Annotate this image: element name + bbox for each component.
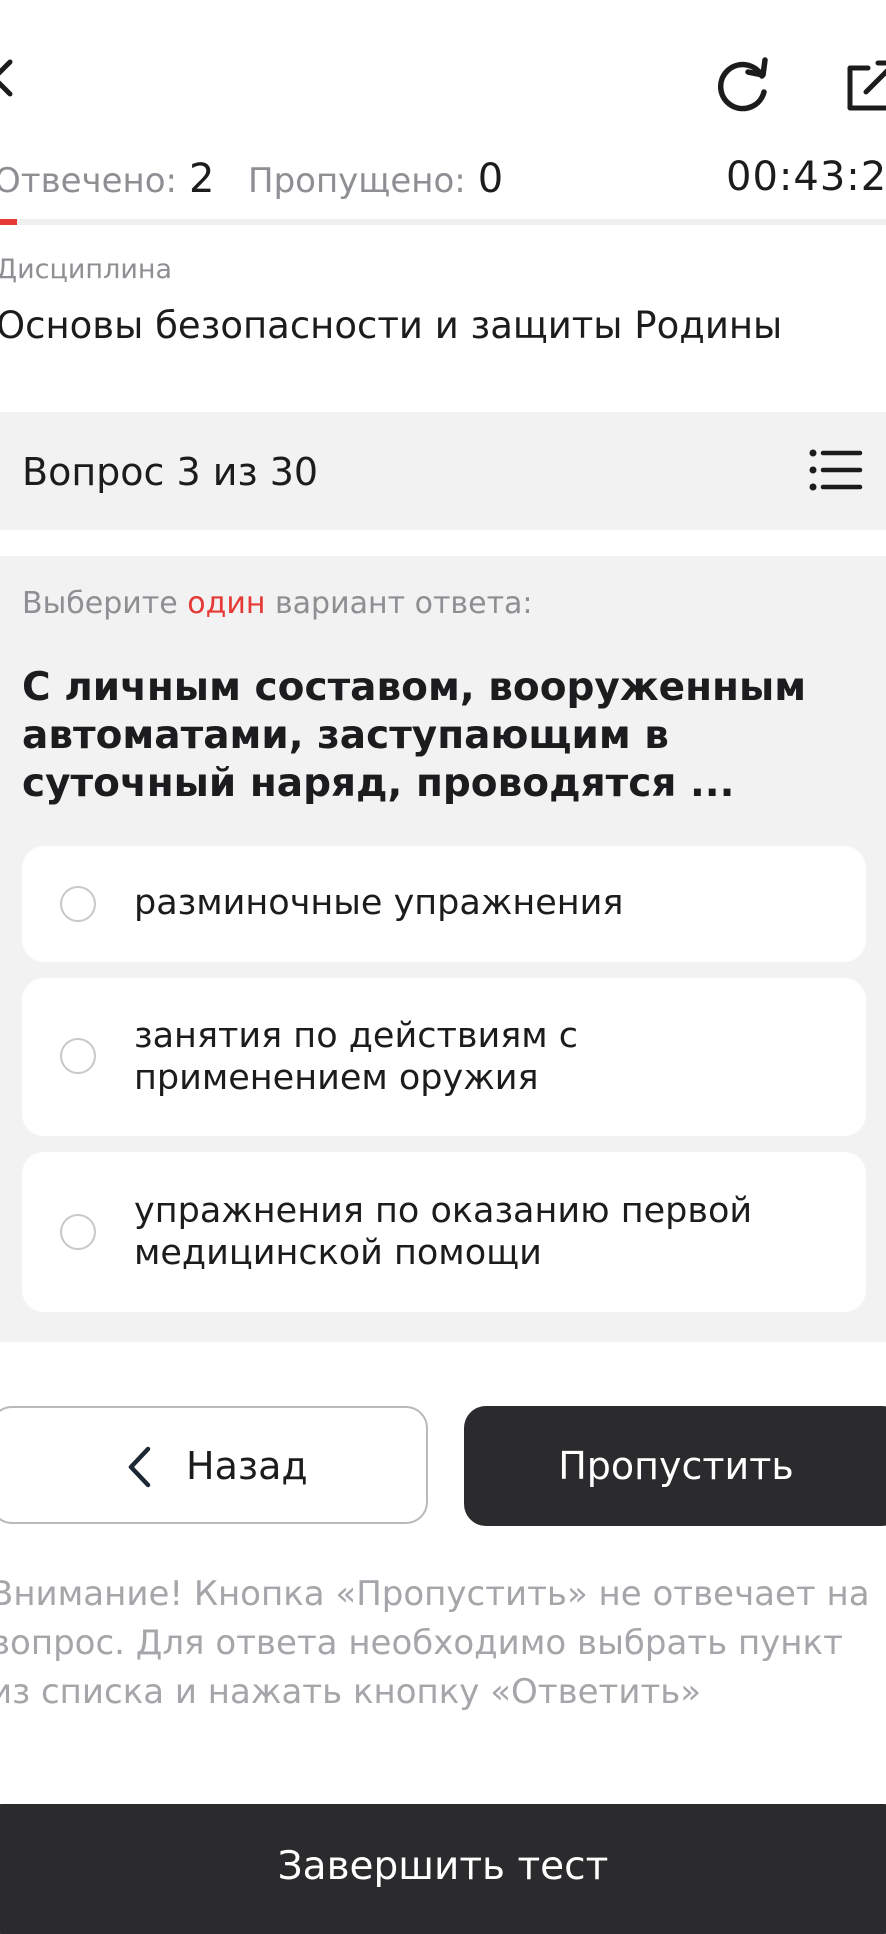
answered-count: 2 — [189, 156, 215, 202]
discipline-label: Дисциплина — [0, 254, 173, 285]
skip-button-label: Пропустить — [558, 1444, 794, 1488]
instruction-prefix: Выберите — [22, 586, 188, 621]
answer-option-label: разминочные упражнения — [134, 883, 624, 923]
radio-button[interactable] — [60, 1214, 96, 1250]
skipped-count: 0 — [477, 156, 504, 202]
discipline-name: Основы безопасности и защиты Родины — [0, 304, 783, 347]
back-button[interactable]: Назад — [0, 1406, 428, 1524]
instruction-suffix: вариант ответа: — [265, 586, 533, 621]
answer-option[interactable]: разминочные упражнения — [22, 846, 866, 962]
progress-track — [0, 219, 886, 225]
finish-test-label: Завершить тест — [277, 1844, 609, 1889]
chevron-left-icon — [128, 1446, 151, 1488]
external-link-icon[interactable] — [842, 58, 886, 114]
answered-label: Отвечено: — [0, 161, 178, 201]
instruction-accent: один — [187, 586, 266, 621]
radio-button[interactable] — [60, 886, 96, 922]
radio-button[interactable] — [60, 1038, 96, 1074]
timer: 00:43:24 — [726, 154, 886, 200]
skipped-label: Пропущено: — [248, 161, 466, 201]
question-text: С личным составом, вооруженным автоматам… — [22, 665, 807, 806]
question-counter: Вопрос 3 из 30 — [22, 450, 319, 494]
finish-test-button[interactable]: Завершить тест — [0, 1804, 886, 1934]
skipped-stat: Пропущено: 0 — [248, 156, 503, 202]
refresh-icon[interactable] — [712, 54, 774, 116]
instruction-text: Выберите один вариант ответа: — [22, 586, 533, 621]
answered-stat: Отвечено: 2 — [0, 156, 214, 202]
answer-option-label: упражнения по оказанию первой медицинско… — [134, 1191, 753, 1273]
answer-option-label: занятия по действиям с применением оружи… — [134, 1016, 579, 1098]
warning-text: Внимание! Кнопка «Пропустить» не отвечае… — [0, 1574, 870, 1712]
answer-option[interactable]: занятия по действиям с применением оружи… — [22, 978, 866, 1136]
progress-fill — [0, 219, 17, 225]
back-button-label: Назад — [186, 1444, 308, 1488]
answer-option[interactable]: упражнения по оказанию первой медицинско… — [22, 1152, 866, 1312]
chevron-left-icon[interactable] — [0, 58, 14, 98]
skip-button[interactable]: Пропустить — [464, 1406, 886, 1526]
list-icon[interactable] — [808, 446, 864, 494]
